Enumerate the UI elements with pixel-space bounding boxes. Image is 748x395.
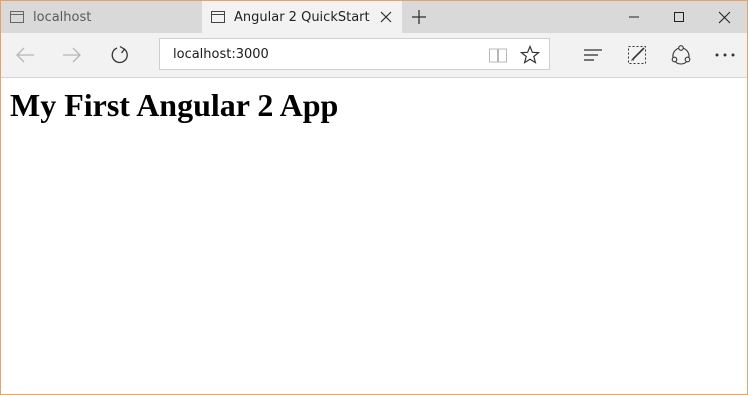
tab-close-button[interactable]: [378, 9, 394, 25]
tab-angular-quickstart[interactable]: Angular 2 QuickStart: [202, 1, 402, 33]
favorite-button[interactable]: [520, 45, 540, 65]
browser-window: localhost Angular 2 QuickStart localhost…: [0, 0, 748, 395]
page-content: My First Angular 2 App: [1, 78, 747, 394]
refresh-icon: [111, 45, 128, 64]
more-button[interactable]: [709, 39, 741, 71]
close-icon: [718, 11, 730, 23]
forward-button[interactable]: [56, 39, 88, 71]
star-icon: [520, 45, 540, 64]
close-icon: [380, 11, 392, 23]
plus-icon: [412, 10, 426, 24]
web-note-button[interactable]: [621, 39, 653, 71]
refresh-button[interactable]: [104, 39, 136, 71]
more-icon: [715, 53, 735, 57]
new-tab-button[interactable]: [405, 5, 433, 29]
tab-localhost[interactable]: localhost: [1, 1, 201, 33]
maximize-icon: [674, 12, 684, 22]
forward-arrow-icon: [63, 47, 81, 63]
minimize-icon: [629, 16, 639, 18]
share-button[interactable]: [665, 39, 697, 71]
back-button[interactable]: [9, 39, 41, 71]
tab-title: Angular 2 QuickStart: [234, 9, 370, 25]
tab-title: localhost: [33, 9, 92, 25]
web-note-icon: [628, 46, 646, 64]
window-close-button[interactable]: [701, 1, 747, 33]
reading-view-icon: [489, 48, 507, 63]
tab-bar: localhost Angular 2 QuickStart: [1, 1, 747, 33]
address-bar[interactable]: localhost:3000: [159, 38, 550, 70]
page-heading: My First Angular 2 App: [10, 87, 339, 123]
hub-button[interactable]: [577, 39, 609, 71]
hub-icon: [584, 49, 602, 61]
reading-view-button[interactable]: [488, 45, 508, 65]
back-arrow-icon: [16, 47, 34, 63]
share-icon: [671, 45, 691, 65]
address-url[interactable]: localhost:3000: [173, 47, 269, 62]
navigation-toolbar: localhost:3000: [1, 33, 747, 78]
page-icon: [10, 11, 24, 23]
maximize-button[interactable]: [656, 1, 702, 33]
minimize-button[interactable]: [611, 1, 657, 33]
page-icon: [211, 11, 225, 23]
